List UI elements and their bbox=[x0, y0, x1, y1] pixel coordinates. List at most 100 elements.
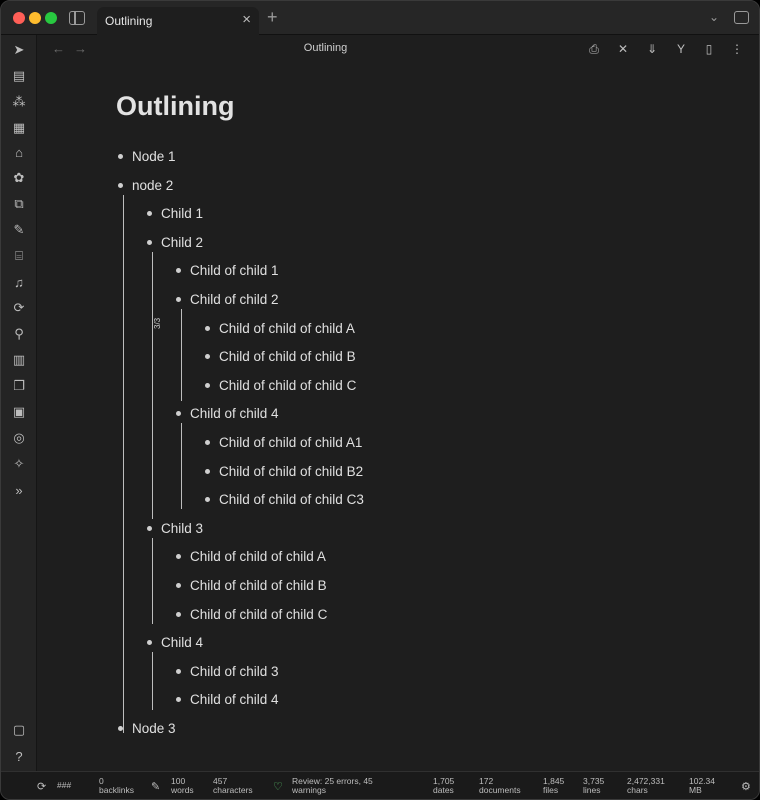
bullet-dot-icon[interactable] bbox=[176, 696, 181, 702]
bullet-dot-icon[interactable] bbox=[176, 267, 181, 273]
bullet-dot-icon[interactable] bbox=[147, 210, 152, 216]
lint-line2: warnings bbox=[292, 785, 327, 795]
bullet-dot-icon[interactable] bbox=[147, 525, 152, 531]
outline-item[interactable]: Child of child of child A bbox=[176, 545, 326, 567]
indent-guide bbox=[152, 252, 153, 519]
settings-gear-icon[interactable]: ⚙ bbox=[741, 780, 751, 793]
audio-icon[interactable]: ♫ bbox=[10, 273, 28, 291]
view-title[interactable]: Outlining bbox=[38, 42, 613, 54]
outline-item[interactable]: Child of child 4 bbox=[176, 402, 279, 424]
outline-item-text: Child of child 2 bbox=[190, 291, 279, 307]
bullet-dot-icon[interactable] bbox=[147, 639, 152, 645]
globe-icon[interactable]: ◎ bbox=[10, 429, 28, 447]
editor-content[interactable]: Outlining 3/3 Node 1 node 2 Child 1 Child 2… bbox=[38, 63, 759, 771]
bullet-dot-icon[interactable] bbox=[118, 153, 123, 159]
outline-item[interactable]: Child of child of child A1 bbox=[205, 431, 362, 453]
close-window-button[interactable] bbox=[13, 12, 25, 24]
template-icon[interactable]: ⌂ bbox=[10, 143, 28, 161]
lint-status[interactable]: Review: 25 errors, 45 warnings bbox=[292, 777, 373, 795]
outline-item[interactable]: Node 1 bbox=[118, 145, 176, 167]
graph-icon[interactable]: ⁂ bbox=[10, 93, 28, 111]
outline-item[interactable]: Child of child of child A bbox=[205, 317, 355, 339]
bullet-dot-icon[interactable] bbox=[205, 439, 210, 445]
new-tab-icon[interactable]: + bbox=[267, 7, 278, 28]
outline-item[interactable]: Child of child 2 bbox=[176, 288, 279, 310]
outline-item[interactable]: Child 4 bbox=[147, 631, 203, 653]
minimize-window-button[interactable] bbox=[29, 12, 41, 24]
outline-item[interactable]: Child of child 1 bbox=[176, 259, 279, 281]
bullet-dot-icon[interactable] bbox=[176, 611, 181, 617]
download-icon[interactable]: ⇓ bbox=[643, 40, 661, 58]
more-options-icon[interactable]: ⋮ bbox=[728, 40, 746, 58]
slides-icon[interactable]: ▣ bbox=[10, 403, 28, 421]
pin-icon[interactable]: ⚲ bbox=[10, 325, 28, 343]
tab-list-chevron-icon[interactable]: ⌄ bbox=[709, 10, 719, 24]
calendar-icon[interactable]: ▦ bbox=[10, 119, 28, 137]
bullet-dot-icon[interactable] bbox=[205, 325, 210, 331]
copy-icon[interactable]: ❐ bbox=[10, 377, 28, 395]
outline-item[interactable]: Child of child of child C bbox=[205, 374, 356, 396]
archive-icon[interactable]: ⌸ bbox=[10, 247, 28, 265]
outline-item[interactable]: Child 2 bbox=[147, 231, 203, 253]
outline-item[interactable]: Child of child 3 bbox=[176, 660, 279, 682]
outline-item[interactable]: Child of child of child C bbox=[176, 603, 327, 625]
bullet-dot-icon[interactable] bbox=[176, 553, 181, 559]
outline-item[interactable]: Child of child of child C3 bbox=[205, 488, 364, 510]
reading-view-icon[interactable]: ▯ bbox=[700, 40, 718, 58]
magic-icon[interactable]: ✧ bbox=[10, 455, 28, 473]
outline-item[interactable]: Child of child 4 bbox=[176, 688, 279, 710]
maximize-window-button[interactable] bbox=[45, 12, 57, 24]
help-icon[interactable]: ? bbox=[10, 747, 28, 765]
shuffle-icon[interactable]: ✕ bbox=[614, 40, 632, 58]
backlinks-count[interactable]: 0 backlinks bbox=[99, 777, 134, 795]
bullet-dot-icon[interactable] bbox=[147, 239, 152, 245]
send-icon[interactable]: ➤ bbox=[10, 41, 28, 59]
outline-item[interactable]: Child of child of child B2 bbox=[205, 460, 363, 482]
words-label: words bbox=[171, 785, 194, 795]
bullet-dot-icon[interactable] bbox=[176, 582, 181, 588]
edit-icon[interactable]: ✎ bbox=[151, 780, 160, 793]
expand-ribbon-icon[interactable]: » bbox=[10, 481, 28, 499]
indent-guide bbox=[152, 652, 153, 710]
files-label: files bbox=[543, 785, 559, 795]
outline-item[interactable]: Child 1 bbox=[147, 202, 203, 224]
tab-outlining[interactable]: Outlining × bbox=[97, 7, 259, 35]
sync-icon[interactable]: ⟳ bbox=[10, 299, 28, 317]
outline-item[interactable]: node 2 bbox=[118, 174, 173, 196]
fork-icon[interactable]: Y bbox=[672, 40, 690, 58]
documents-label: documents bbox=[479, 785, 521, 795]
bullet-dot-icon[interactable] bbox=[176, 668, 181, 674]
canvas-icon[interactable]: ⧉ bbox=[10, 195, 28, 213]
bullet-dot-icon[interactable] bbox=[205, 468, 210, 474]
print-icon[interactable]: ⎙ bbox=[585, 40, 603, 58]
sidebar-toggle-icon[interactable] bbox=[69, 11, 85, 25]
daily-note-icon[interactable]: ▥ bbox=[10, 351, 28, 369]
sync-status[interactable]: ### bbox=[57, 781, 71, 790]
bullet-dot-icon[interactable] bbox=[205, 496, 210, 502]
word-count: 100 words bbox=[171, 777, 194, 795]
lint-check-icon[interactable]: ♡ bbox=[273, 780, 283, 793]
outline-item[interactable]: Node 3 bbox=[118, 717, 176, 739]
bullet-dot-icon[interactable] bbox=[118, 182, 123, 188]
layout-toggle-icon[interactable] bbox=[734, 11, 749, 24]
community-icon[interactable]: ✿ bbox=[10, 169, 28, 187]
chars-count: 2,472,331 chars bbox=[627, 777, 665, 795]
outline-item[interactable]: Child of child of child B bbox=[176, 574, 327, 596]
indent-guide bbox=[123, 195, 124, 733]
pen-icon[interactable]: ✎ bbox=[10, 221, 28, 239]
indent-guide bbox=[181, 423, 182, 509]
outline-item-text: Child 4 bbox=[161, 634, 204, 650]
fold-count-badge: 3/3 bbox=[153, 317, 162, 329]
tab-close-icon[interactable]: × bbox=[242, 11, 251, 28]
outline-item[interactable]: Child of child of child B bbox=[205, 345, 356, 367]
bullet-dot-icon[interactable] bbox=[205, 353, 210, 359]
bullet-dot-icon[interactable] bbox=[205, 382, 210, 388]
outline-item-text: Child 3 bbox=[161, 520, 204, 536]
bullet-dot-icon[interactable] bbox=[118, 725, 123, 731]
vault-switcher-icon[interactable]: ▢ bbox=[10, 721, 28, 739]
outline-item[interactable]: Child 3 bbox=[147, 517, 203, 539]
bullet-dot-icon[interactable] bbox=[176, 410, 181, 416]
files-icon[interactable]: ▤ bbox=[10, 67, 28, 85]
sync-status-icon[interactable]: ⟳ bbox=[37, 780, 46, 793]
bullet-dot-icon[interactable] bbox=[176, 296, 181, 302]
